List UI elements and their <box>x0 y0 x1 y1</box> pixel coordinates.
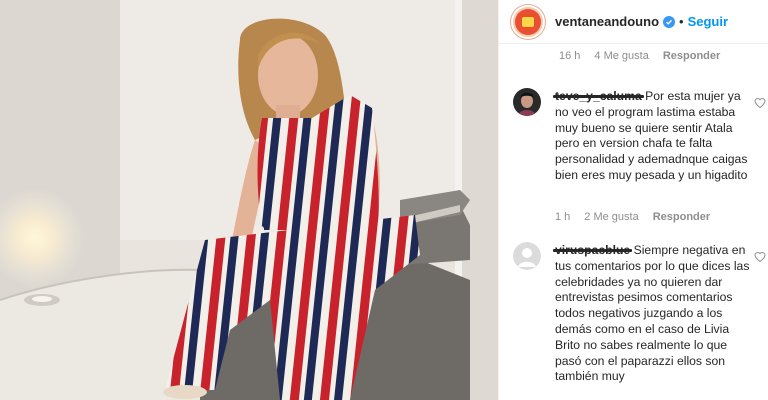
post-username[interactable]: ventaneandouno <box>555 14 659 29</box>
comment-likes[interactable]: 2 Me gusta <box>584 211 638 233</box>
default-avatar-icon[interactable] <box>513 242 541 270</box>
comment-time[interactable]: 16 h <box>559 50 580 66</box>
comment-item: viruspacblue Siempre negativa en tus com… <box>511 240 768 400</box>
heart-icon[interactable] <box>754 250 768 264</box>
comment-username[interactable]: teve_y_caluma <box>555 89 642 103</box>
comment-text-block: viruspacblue Siempre negativa en tus com… <box>555 243 755 385</box>
follow-button[interactable]: Seguir <box>688 14 728 29</box>
avatar[interactable] <box>511 4 545 39</box>
comment-meta-row: 16 h 4 Me gusta Responder <box>499 44 768 66</box>
comment-username[interactable]: viruspacblue <box>555 243 630 257</box>
comment-time[interactable]: 1 h <box>555 211 570 233</box>
post-side-panel: ventaneandouno • Seguir 16 h 4 Me gusta … <box>498 0 768 400</box>
comment-avatar[interactable] <box>513 88 541 116</box>
verified-badge-icon <box>663 15 676 28</box>
comment-likes[interactable]: 4 Me gusta <box>594 50 648 66</box>
comment-item: teve_y_caluma Por esta mujer ya no veo e… <box>511 86 768 236</box>
reply-button[interactable]: Responder <box>663 50 720 66</box>
post-photo <box>0 0 498 400</box>
comment-text-block: teve_y_caluma Por esta mujer ya no veo e… <box>555 89 755 184</box>
comment-text: Siempre negativa en tus comentarios por … <box>555 243 750 384</box>
comment-meta-row: 1 h 2 Me gusta Responder <box>555 211 710 233</box>
avatar-image <box>515 8 541 35</box>
heart-icon[interactable] <box>754 96 768 110</box>
reply-button[interactable]: Responder <box>653 211 710 233</box>
header-separator: • <box>679 14 684 29</box>
post-header: ventaneandouno • Seguir <box>499 0 768 44</box>
